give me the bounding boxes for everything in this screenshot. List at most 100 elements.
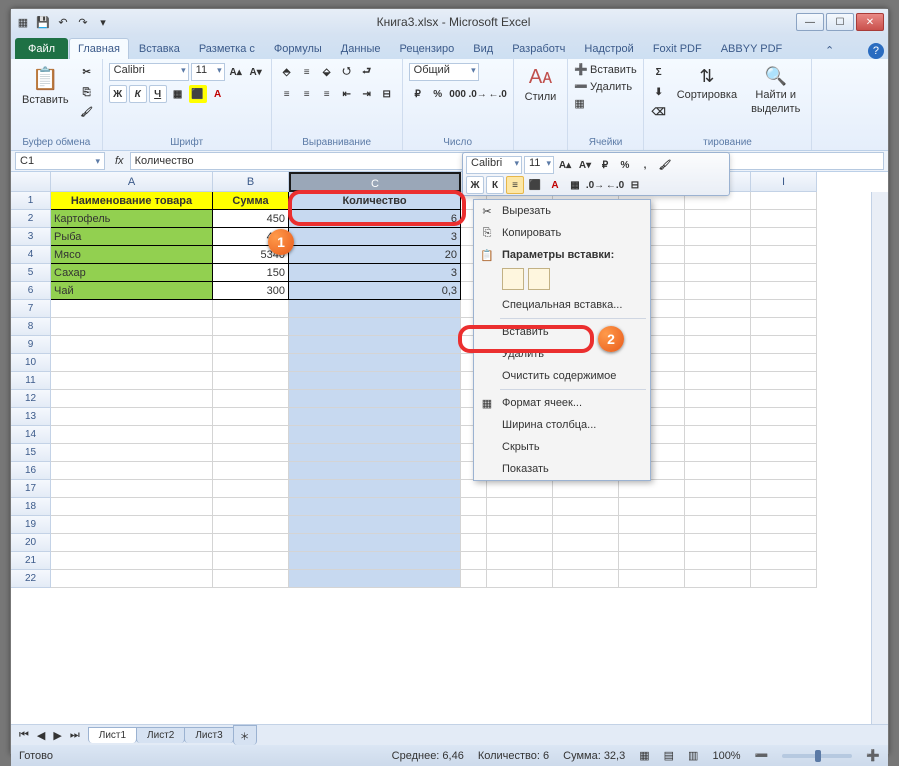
cell[interactable]	[487, 516, 553, 534]
cells-delete-icon[interactable]: ➖	[574, 80, 588, 93]
row-header[interactable]: 1	[11, 192, 51, 210]
cell[interactable]	[751, 246, 817, 264]
cell[interactable]	[461, 570, 487, 588]
cell[interactable]	[461, 552, 487, 570]
row-header[interactable]: 17	[11, 480, 51, 498]
autosum-icon[interactable]: Σ	[650, 63, 668, 81]
cell[interactable]	[213, 318, 289, 336]
view-layout-icon[interactable]: ▤	[664, 749, 674, 762]
font-name-select[interactable]: Calibri	[109, 63, 189, 81]
cell[interactable]: Сумма	[213, 192, 289, 210]
cell[interactable]	[751, 516, 817, 534]
vertical-scrollbar[interactable]	[871, 192, 888, 724]
cell[interactable]	[461, 480, 487, 498]
merge-icon[interactable]: ⊟	[378, 85, 396, 103]
cell[interactable]	[289, 372, 461, 390]
row-header[interactable]: 14	[11, 426, 51, 444]
tab-foxit[interactable]: Foxit PDF	[644, 38, 711, 59]
fill-icon[interactable]: ⬇	[650, 83, 668, 101]
fill-color-icon[interactable]: ⬛	[189, 85, 207, 103]
cell[interactable]	[51, 480, 213, 498]
tab-home[interactable]: Главная	[69, 38, 129, 59]
cell[interactable]	[685, 336, 751, 354]
decrease-font-icon[interactable]: A▾	[247, 63, 265, 81]
ctx-copy[interactable]: ⎘Копировать	[474, 222, 650, 244]
cell[interactable]	[751, 336, 817, 354]
cell[interactable]	[213, 552, 289, 570]
number-format-select[interactable]: Общий	[409, 63, 479, 81]
percent-icon[interactable]: %	[429, 85, 447, 103]
cell[interactable]	[685, 480, 751, 498]
sheet-tab-1[interactable]: Лист1	[88, 727, 137, 743]
cell[interactable]	[619, 480, 685, 498]
cell[interactable]: 300	[213, 282, 289, 300]
row-header[interactable]: 3	[11, 228, 51, 246]
cell[interactable]	[289, 444, 461, 462]
minimize-ribbon-icon[interactable]: ⌃	[822, 41, 837, 59]
cell[interactable]	[751, 264, 817, 282]
minimize-button[interactable]: —	[796, 13, 824, 31]
cell[interactable]	[51, 390, 213, 408]
cell[interactable]	[461, 498, 487, 516]
cell[interactable]	[751, 390, 817, 408]
underline-button[interactable]: Ч	[149, 85, 167, 103]
row-header[interactable]: 15	[11, 444, 51, 462]
cell[interactable]	[619, 498, 685, 516]
fx-icon[interactable]: fx	[109, 155, 130, 167]
cell[interactable]	[553, 480, 619, 498]
cell[interactable]	[289, 516, 461, 534]
bold-button[interactable]: Ж	[109, 85, 127, 103]
cell[interactable]	[553, 534, 619, 552]
tab-insert[interactable]: Вставка	[130, 38, 189, 59]
maximize-button[interactable]: ☐	[826, 13, 854, 31]
row-header[interactable]: 9	[11, 336, 51, 354]
row-header[interactable]: 22	[11, 570, 51, 588]
cell[interactable]	[289, 390, 461, 408]
tab-data[interactable]: Данные	[332, 38, 390, 59]
align-center-icon[interactable]: ≡	[298, 85, 316, 103]
tab-nav-last-icon[interactable]: ⏭	[66, 729, 88, 742]
paste-option-1[interactable]	[502, 268, 524, 290]
cell[interactable]	[289, 570, 461, 588]
decrease-indent-icon[interactable]: ⇤	[338, 85, 356, 103]
qat-dropdown-icon[interactable]: ▾	[95, 14, 111, 30]
cell[interactable]	[685, 516, 751, 534]
cell[interactable]	[289, 426, 461, 444]
increase-indent-icon[interactable]: ⇥	[358, 85, 376, 103]
cell[interactable]	[751, 192, 817, 210]
cell[interactable]	[51, 498, 213, 516]
tab-nav-prev-icon[interactable]: ◀	[33, 729, 49, 742]
redo-icon[interactable]: ↷	[75, 14, 91, 30]
cell[interactable]: 3	[289, 264, 461, 282]
cell[interactable]	[289, 336, 461, 354]
cell[interactable]	[751, 354, 817, 372]
cell[interactable]: Чай	[51, 282, 213, 300]
cell[interactable]	[487, 498, 553, 516]
sheet-tab-3[interactable]: Лист3	[184, 727, 233, 743]
cell[interactable]	[751, 462, 817, 480]
cell[interactable]	[289, 462, 461, 480]
mini-fill-icon[interactable]: ⬛	[526, 176, 544, 194]
cell[interactable]	[685, 246, 751, 264]
paste-option-2[interactable]	[528, 268, 550, 290]
row-header[interactable]: 8	[11, 318, 51, 336]
cell[interactable]	[751, 534, 817, 552]
mini-border-icon[interactable]: ▦	[566, 176, 584, 194]
select-all-corner[interactable]	[11, 172, 51, 192]
cell[interactable]: Наименование товара	[51, 192, 213, 210]
cell[interactable]	[213, 390, 289, 408]
cell[interactable]	[213, 336, 289, 354]
cell[interactable]	[213, 462, 289, 480]
row-header[interactable]: 7	[11, 300, 51, 318]
mini-bold-icon[interactable]: Ж	[466, 176, 484, 194]
cell[interactable]	[685, 534, 751, 552]
cell[interactable]	[461, 534, 487, 552]
cell[interactable]	[213, 444, 289, 462]
name-box[interactable]: C1▾	[15, 152, 105, 170]
tab-addins[interactable]: Надстрой	[575, 38, 642, 59]
cell[interactable]	[51, 354, 213, 372]
cell[interactable]	[289, 300, 461, 318]
ctx-hide[interactable]: Скрыть	[474, 436, 650, 458]
paste-button[interactable]: 📋 Вставить	[17, 63, 74, 109]
row-header[interactable]: 16	[11, 462, 51, 480]
